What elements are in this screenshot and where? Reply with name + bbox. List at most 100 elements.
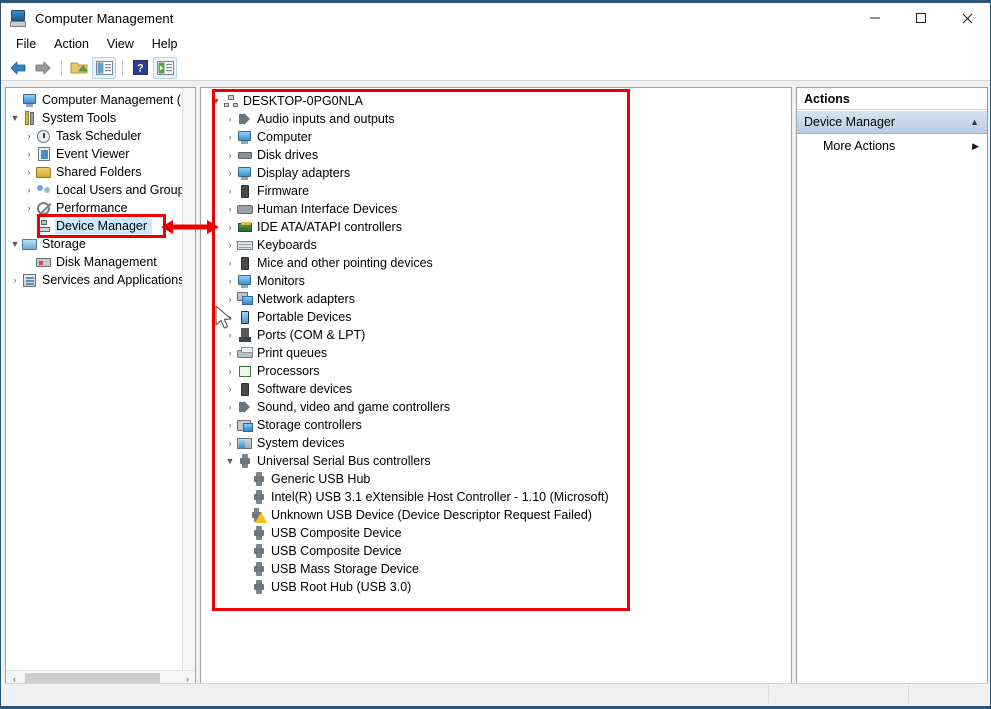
content-panes: Computer Management (Local ▼ System Tools ›… [5,87,988,688]
menu-file[interactable]: File [7,35,45,53]
sidebar-item-disk-management[interactable]: Disk Management [8,253,182,271]
chevron-right-icon[interactable]: › [223,438,237,448]
device-category[interactable]: › Processors [209,362,791,380]
show-hide-action-pane-button[interactable] [153,56,177,79]
actions-section-device-manager[interactable]: Device Manager ▲ [797,110,987,134]
tree-item-label: Computer [257,130,312,144]
device-category[interactable]: › Software devices [209,380,791,398]
chevron-right-icon[interactable]: › [223,366,237,376]
tree-item-label: Mice and other pointing devices [257,256,433,270]
device-category[interactable]: › Portable Devices [209,308,791,326]
usb-device-item[interactable]: Intel(R) USB 3.1 eXtensible Host Control… [209,488,791,506]
chevron-right-icon[interactable]: › [223,276,237,286]
tree-item-label: USB Mass Storage Device [271,562,419,576]
chevron-right-icon[interactable]: › [223,420,237,430]
back-button[interactable] [6,57,30,79]
device-category[interactable]: › System devices [209,434,791,452]
menu-action[interactable]: Action [45,35,98,53]
sidebar-item-services-and-applications[interactable]: › Services and Applications [8,271,185,289]
chevron-right-icon[interactable]: › [223,240,237,250]
sidebar-item-device-manager[interactable]: Device Manager [8,217,182,235]
usb-icon [251,579,267,595]
chevron-right-icon[interactable]: › [223,150,237,160]
monitor-icon [237,130,253,145]
sidebar-item-task-scheduler[interactable]: › Task Scheduler [8,127,182,145]
usb-device-item[interactable]: USB Root Hub (USB 3.0) [209,578,791,596]
sidebar-item-system-tools[interactable]: ▼ System Tools [8,109,182,127]
show-hide-console-tree-button[interactable] [92,56,116,79]
usb-device-item[interactable]: USB Composite Device [209,524,791,542]
chevron-right-icon[interactable]: › [22,185,36,195]
chevron-right-icon[interactable]: › [22,203,36,213]
device-category[interactable]: › Computer [209,128,791,146]
computer-node-icon [223,94,239,109]
sidebar-item-computer-management-local[interactable]: Computer Management (Local [8,91,195,109]
chevron-down-icon[interactable]: ▼ [8,239,22,249]
chevron-right-icon[interactable]: › [22,167,36,177]
close-button[interactable] [944,3,990,33]
chevron-right-icon[interactable]: › [223,294,237,304]
device-category[interactable]: › Display adapters [209,164,791,182]
minimize-button[interactable] [852,3,898,33]
chevron-right-icon[interactable]: › [8,275,22,285]
system-device-icon [237,436,253,451]
device-tree-root[interactable]: ▼ DESKTOP-0PG0NLA [209,92,791,110]
chevron-right-icon[interactable]: › [223,114,237,124]
chevron-right-icon[interactable]: › [223,168,237,178]
chevron-right-icon[interactable]: › [223,132,237,142]
device-category[interactable]: › Print queues [209,344,791,362]
device-category[interactable]: › Keyboards [209,236,791,254]
device-category[interactable]: ▼ Universal Serial Bus controllers [209,452,791,470]
chevron-down-icon[interactable]: ▼ [8,113,22,123]
device-category[interactable]: › Storage controllers [209,416,791,434]
chevron-right-icon[interactable]: › [223,312,237,322]
usb-device-item[interactable]: Unknown USB Device (Device Descriptor Re… [209,506,791,524]
usb-device-item[interactable]: Generic USB Hub [209,470,791,488]
chevron-right-icon[interactable]: › [22,149,36,159]
device-category[interactable]: › Human Interface Devices [209,200,791,218]
sidebar-item-local-users-and-groups[interactable]: › Local Users and Groups [8,181,191,199]
chevron-down-icon[interactable]: ▼ [209,96,223,106]
usb-device-item[interactable]: USB Mass Storage Device [209,560,791,578]
chevron-right-icon[interactable]: › [223,204,237,214]
processor-icon [237,364,253,379]
chevron-right-icon[interactable]: › [223,258,237,268]
chevron-right-icon[interactable]: › [223,348,237,358]
chevron-right-icon[interactable]: › [223,186,237,196]
actions-item-label: More Actions [823,139,896,153]
chevron-right-icon[interactable]: ▶ [972,141,979,152]
usb-device-item[interactable]: USB Composite Device [209,542,791,560]
chevron-right-icon[interactable]: › [223,402,237,412]
device-category[interactable]: › Disk drives [209,146,791,164]
device-category[interactable]: › Sound, video and game controllers [209,398,791,416]
device-category[interactable]: › Firmware [209,182,791,200]
device-category[interactable]: › Network adapters [209,290,791,308]
status-segment-1 [5,684,769,703]
forward-button[interactable] [31,57,55,79]
window-title: Computer Management [35,10,174,26]
chevron-right-icon[interactable]: › [223,330,237,340]
actions-item-more-actions[interactable]: More Actions ▶ [797,134,987,158]
collapse-up-icon[interactable]: ▲ [970,117,979,127]
tree-item-label: Monitors [257,274,305,288]
chevron-right-icon[interactable]: › [22,131,36,141]
menu-help[interactable]: Help [143,35,187,53]
chevron-right-icon[interactable]: › [223,384,237,394]
chevron-down-icon[interactable]: ▼ [223,456,237,466]
device-category[interactable]: › Audio inputs and outputs [209,110,791,128]
sidebar-item-shared-folders[interactable]: › Shared Folders [8,163,182,181]
help-button[interactable]: ? [128,57,152,79]
sidebar-item-performance[interactable]: › Performance [8,199,182,217]
device-category[interactable]: › Mice and other pointing devices [209,254,791,272]
menu-view[interactable]: View [98,35,143,53]
sidebar-vertical-scrollbar[interactable] [182,88,195,687]
device-category[interactable]: › Ports (COM & LPT) [209,326,791,344]
sidebar-item-event-viewer[interactable]: › Event Viewer [8,145,182,163]
sidebar-item-storage[interactable]: ▼ Storage [8,235,182,253]
maximize-button[interactable] [898,3,944,33]
device-category[interactable]: › IDE ATA/ATAPI controllers [209,218,791,236]
device-category[interactable]: › Monitors [209,272,791,290]
up-one-level-button[interactable] [67,57,91,79]
chevron-right-icon[interactable]: › [223,222,237,232]
tree-item-label: Processors [257,364,320,378]
